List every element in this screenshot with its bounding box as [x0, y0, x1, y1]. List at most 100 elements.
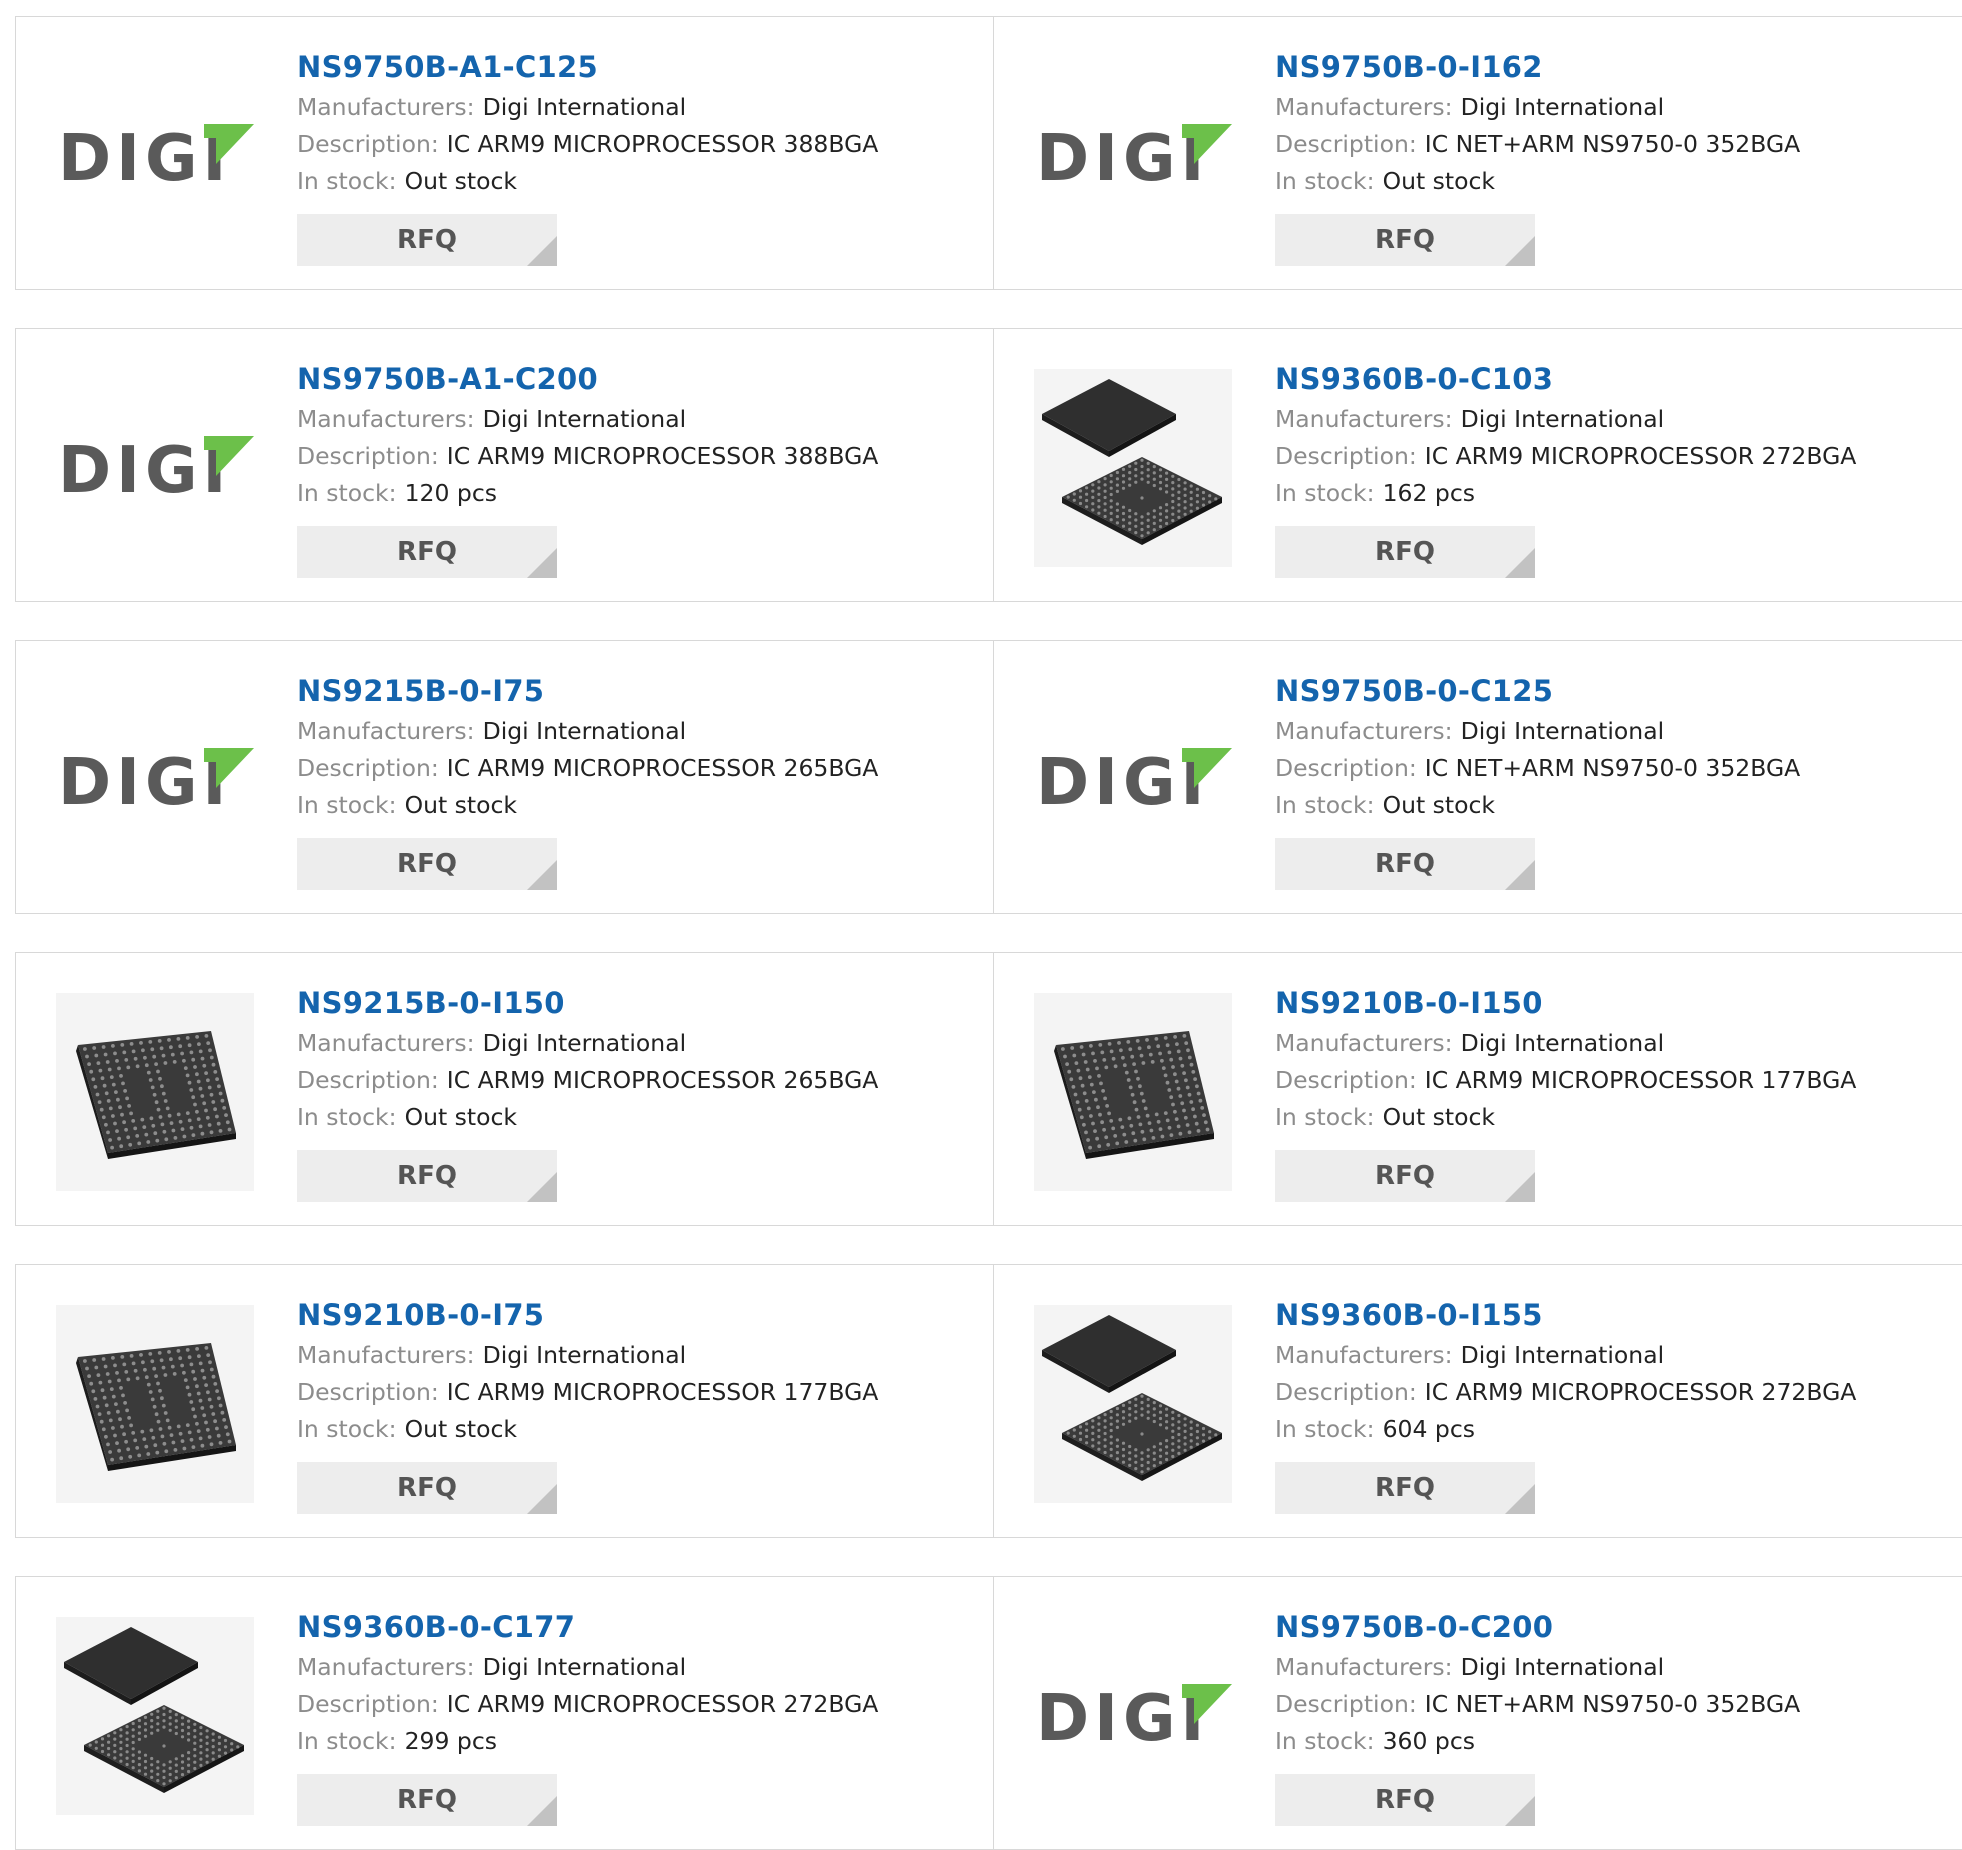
product-name-link[interactable]: NS9750B-0-I162 [1275, 49, 1955, 89]
manufacturer-line: Manufacturers: Digi International [297, 1025, 977, 1062]
description-line: Description: IC ARM9 MICROPROCESSOR 265BG… [297, 750, 977, 787]
product-image[interactable] [1034, 369, 1232, 567]
product-info: NS9215B-0-I150 Manufacturers: Digi Intern… [297, 985, 977, 1202]
description-label: Description: [297, 1690, 439, 1718]
manufacturer-label: Manufacturers: [1275, 717, 1453, 745]
rfq-button[interactable]: RFQ [297, 1150, 557, 1202]
stock-label: In stock: [297, 1103, 397, 1131]
corner-triangle-icon [527, 860, 557, 890]
product-card: DIGI NS9750B-0-I162 Manufacturers: Digi I… [993, 16, 1962, 290]
product-name-link[interactable]: NS9215B-0-I75 [297, 673, 977, 713]
description-value: IC ARM9 MICROPROCESSOR 265BGA [446, 754, 879, 782]
bga-chip-icon [76, 1031, 236, 1159]
product-image[interactable]: DIGI [1034, 681, 1232, 879]
product-name-link[interactable]: NS9210B-0-I75 [297, 1297, 977, 1337]
stock-label: In stock: [297, 167, 397, 195]
product-name-link[interactable]: NS9750B-A1-C125 [297, 49, 977, 89]
product-card: DIGI NS9215B-0-I75 Manufacturers: Digi In… [15, 640, 994, 914]
stock-line: In stock: Out stock [297, 787, 977, 824]
product-info: NS9750B-A1-C125 Manufacturers: Digi Inter… [297, 49, 977, 266]
product-card: NS9215B-0-I150 Manufacturers: Digi Intern… [15, 952, 994, 1226]
manufacturer-line: Manufacturers: Digi International [1275, 713, 1955, 750]
description-line: Description: IC ARM9 MICROPROCESSOR 177BG… [1275, 1062, 1955, 1099]
product-card: DIGI NS9750B-A1-C125 Manufacturers: Digi … [15, 16, 994, 290]
product-name-link[interactable]: NS9750B-0-C200 [1275, 1609, 1955, 1649]
manufacturer-label: Manufacturers: [297, 1341, 475, 1369]
stock-line: In stock: Out stock [1275, 787, 1955, 824]
rfq-button[interactable]: RFQ [1275, 1774, 1535, 1826]
rfq-button[interactable]: RFQ [297, 1462, 557, 1514]
product-name-link[interactable]: NS9215B-0-I150 [297, 985, 977, 1025]
product-image[interactable] [1034, 1305, 1232, 1503]
product-image[interactable] [1034, 993, 1232, 1191]
manufacturer-line: Manufacturers: Digi International [297, 1337, 977, 1374]
stock-value: 360 pcs [1382, 1727, 1475, 1755]
stock-line: In stock: 604 pcs [1275, 1411, 1955, 1448]
product-image[interactable]: DIGI [56, 57, 254, 255]
product-image[interactable]: DIGI [56, 681, 254, 879]
rfq-button[interactable]: RFQ [1275, 838, 1535, 890]
product-image[interactable] [56, 1305, 254, 1503]
rfq-button[interactable]: RFQ [1275, 1150, 1535, 1202]
product-image[interactable]: DIGI [1034, 57, 1232, 255]
rfq-label: RFQ [397, 1785, 457, 1815]
rfq-label: RFQ [1375, 1161, 1435, 1191]
product-card: DIGI NS9750B-A1-C200 Manufacturers: Digi … [15, 328, 994, 602]
product-name-link[interactable]: NS9210B-0-I150 [1275, 985, 1955, 1025]
stock-value: Out stock [1382, 1103, 1496, 1131]
stock-label: In stock: [1275, 1415, 1375, 1443]
product-name-link[interactable]: NS9360B-0-C103 [1275, 361, 1955, 401]
corner-triangle-icon [1505, 236, 1535, 266]
product-row: NS9360B-0-C177 Manufacturers: Digi Intern… [15, 1576, 1962, 1850]
product-info: NS9750B-0-I162 Manufacturers: Digi Intern… [1275, 49, 1955, 266]
description-value: IC ARM9 MICROPROCESSOR 388BGA [446, 442, 879, 470]
stock-label: In stock: [297, 1727, 397, 1755]
rfq-button[interactable]: RFQ [1275, 1462, 1535, 1514]
product-name-link[interactable]: NS9360B-0-C177 [297, 1609, 977, 1649]
manufacturer-value: Digi International [482, 405, 687, 433]
manufacturer-label: Manufacturers: [297, 93, 475, 121]
description-value: IC ARM9 MICROPROCESSOR 272BGA [1424, 1378, 1857, 1406]
manufacturer-value: Digi International [1460, 1029, 1665, 1057]
stock-value: 120 pcs [404, 479, 497, 507]
rfq-button[interactable]: RFQ [297, 526, 557, 578]
product-row: DIGI NS9750B-A1-C200 Manufacturers: Digi … [15, 328, 1962, 602]
stock-line: In stock: 120 pcs [297, 475, 977, 512]
rfq-button[interactable]: RFQ [297, 214, 557, 266]
rfq-button[interactable]: RFQ [297, 1774, 557, 1826]
manufacturer-line: Manufacturers: Digi International [1275, 1649, 1955, 1686]
product-image[interactable] [56, 993, 254, 1191]
rfq-button[interactable]: RFQ [1275, 526, 1535, 578]
product-info: NS9215B-0-I75 Manufacturers: Digi Interna… [297, 673, 977, 890]
description-line: Description: IC NET+ARM NS9750-0 352BGA [1275, 1686, 1955, 1723]
rfq-button[interactable]: RFQ [297, 838, 557, 890]
description-value: IC ARM9 MICROPROCESSOR 388BGA [446, 130, 879, 158]
rfq-button[interactable]: RFQ [1275, 214, 1535, 266]
product-info: NS9360B-0-C103 Manufacturers: Digi Intern… [1275, 361, 1955, 578]
digi-logo-icon: DIGI [58, 434, 254, 508]
manufacturer-value: Digi International [1460, 1341, 1665, 1369]
product-info: NS9750B-0-C200 Manufacturers: Digi Intern… [1275, 1609, 1955, 1826]
manufacturer-value: Digi International [482, 1029, 687, 1057]
manufacturer-line: Manufacturers: Digi International [297, 89, 977, 126]
rfq-label: RFQ [1375, 1473, 1435, 1503]
digi-logo-icon: DIGI [1036, 1682, 1232, 1756]
product-image[interactable]: DIGI [1034, 1617, 1232, 1815]
manufacturer-line: Manufacturers: Digi International [297, 713, 977, 750]
stock-label: In stock: [1275, 1727, 1375, 1755]
corner-triangle-icon [527, 1484, 557, 1514]
product-image[interactable]: DIGI [56, 369, 254, 567]
stock-line: In stock: Out stock [297, 1099, 977, 1136]
corner-triangle-icon [1505, 860, 1535, 890]
product-name-link[interactable]: NS9750B-A1-C200 [297, 361, 977, 401]
corner-triangle-icon [527, 1172, 557, 1202]
corner-triangle-icon [1505, 1796, 1535, 1826]
product-card: NS9360B-0-C103 Manufacturers: Digi Intern… [993, 328, 1962, 602]
product-name-link[interactable]: NS9750B-0-C125 [1275, 673, 1955, 713]
rfq-label: RFQ [397, 537, 457, 567]
product-name-link[interactable]: NS9360B-0-I155 [1275, 1297, 1955, 1337]
manufacturer-value: Digi International [482, 1653, 687, 1681]
product-image[interactable] [56, 1617, 254, 1815]
product-row: DIGI NS9215B-0-I75 Manufacturers: Digi In… [15, 640, 1962, 914]
product-info: NS9360B-0-C177 Manufacturers: Digi Intern… [297, 1609, 977, 1826]
